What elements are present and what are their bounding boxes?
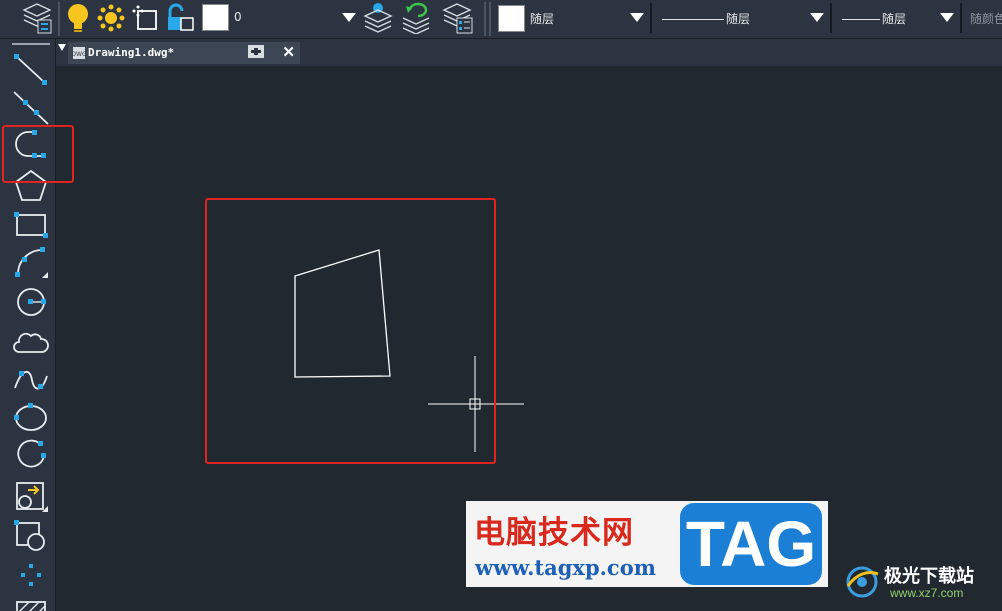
arc-tool[interactable] — [12, 244, 50, 280]
tag-logo-badge: TAG — [680, 503, 822, 585]
chevron-down-icon — [342, 13, 356, 22]
chevron-down-icon — [810, 13, 824, 22]
svg-text:DWG: DWG — [72, 51, 86, 58]
make-block-tool[interactable] — [12, 518, 50, 554]
lineweight-value: 随层 — [882, 12, 907, 26]
partner-watermark-title: 极光下载站 — [884, 566, 974, 587]
lineweight-dropdown[interactable]: 随层 — [834, 3, 962, 33]
current-layer-name: 0 — [234, 10, 242, 24]
linetype-value: 随层 — [726, 12, 751, 26]
ellipse-arc-tool[interactable] — [12, 438, 50, 474]
plotstyle-dropdown[interactable]: 随颜色 — [964, 3, 1002, 33]
make-object-layer-current-icon[interactable] — [362, 2, 394, 34]
circle-tool[interactable] — [12, 284, 50, 320]
insert-block-tool[interactable] — [12, 478, 50, 514]
tab-drawing1[interactable]: DWG Drawing1.dwg* ✕ — [68, 42, 300, 64]
lineweight-sample-line — [842, 19, 880, 20]
properties-toolbar: 0 随层 随层 随层 随颜色 — [0, 0, 1002, 39]
polyline-tool-highlight — [2, 125, 74, 183]
tab-file-name: Drawing1.dwg* — [88, 46, 175, 59]
ellipse-tool[interactable] — [12, 400, 50, 436]
point-tool[interactable] — [12, 556, 50, 592]
toolbar-separator — [58, 2, 60, 36]
layer-previous-icon[interactable] — [400, 2, 432, 35]
site-watermark-url: www.tagxp.com — [475, 555, 656, 580]
partner-logo-icon — [846, 566, 879, 598]
hatch-tool[interactable] — [12, 594, 50, 611]
plotstyle-value: 随颜色 — [970, 12, 1002, 26]
toolbar-separator — [489, 2, 491, 36]
partner-watermark-url: www.xz7.com — [890, 586, 964, 600]
layer-color-swatch — [202, 4, 229, 31]
layer-dropdown[interactable]: 0 — [62, 3, 362, 33]
close-icon[interactable]: ✕ — [282, 43, 295, 61]
spline-tool[interactable] — [12, 362, 50, 398]
color-swatch — [498, 5, 525, 32]
chevron-down-icon — [630, 13, 644, 22]
color-value: 随层 — [530, 12, 555, 26]
tag-logo-text: TAG — [685, 508, 817, 580]
chevron-down-icon — [940, 13, 954, 22]
layer-thaw-sun-icon — [96, 3, 126, 35]
drawing-highlight — [205, 198, 496, 464]
tag-logo-watermark: TAG — [680, 501, 828, 587]
document-tab-bar: DWG Drawing1.dwg* ✕ — [56, 39, 1002, 66]
layer-on-bulb-icon — [64, 3, 92, 35]
layer-manager-icon[interactable] — [20, 2, 54, 34]
site-watermark-title: 电脑技术网 — [474, 515, 634, 551]
partner-watermark: 极光下载站 www.xz7.com — [842, 556, 1002, 611]
toolbar-separator — [484, 2, 486, 36]
layer-unlock-icon — [164, 3, 196, 35]
linetype-dropdown[interactable]: 随层 — [654, 3, 832, 33]
linetype-sample-line — [662, 19, 724, 20]
layer-viewport-icon — [132, 3, 162, 35]
construction-line-tool[interactable] — [12, 90, 50, 126]
new-tab-button[interactable] — [248, 45, 264, 58]
dwg-file-icon: DWG — [72, 47, 86, 59]
site-watermark: 电脑技术网 www.tagxp.com — [466, 501, 680, 587]
color-dropdown[interactable]: 随层 — [494, 3, 652, 33]
revision-cloud-tool[interactable] — [12, 324, 50, 360]
line-tool[interactable] — [12, 52, 50, 88]
layer-states-icon[interactable] — [440, 2, 474, 34]
rectangle-tool[interactable] — [12, 206, 50, 242]
tab-list-menu-icon[interactable] — [58, 44, 66, 51]
toolbar-grip[interactable] — [12, 43, 50, 45]
